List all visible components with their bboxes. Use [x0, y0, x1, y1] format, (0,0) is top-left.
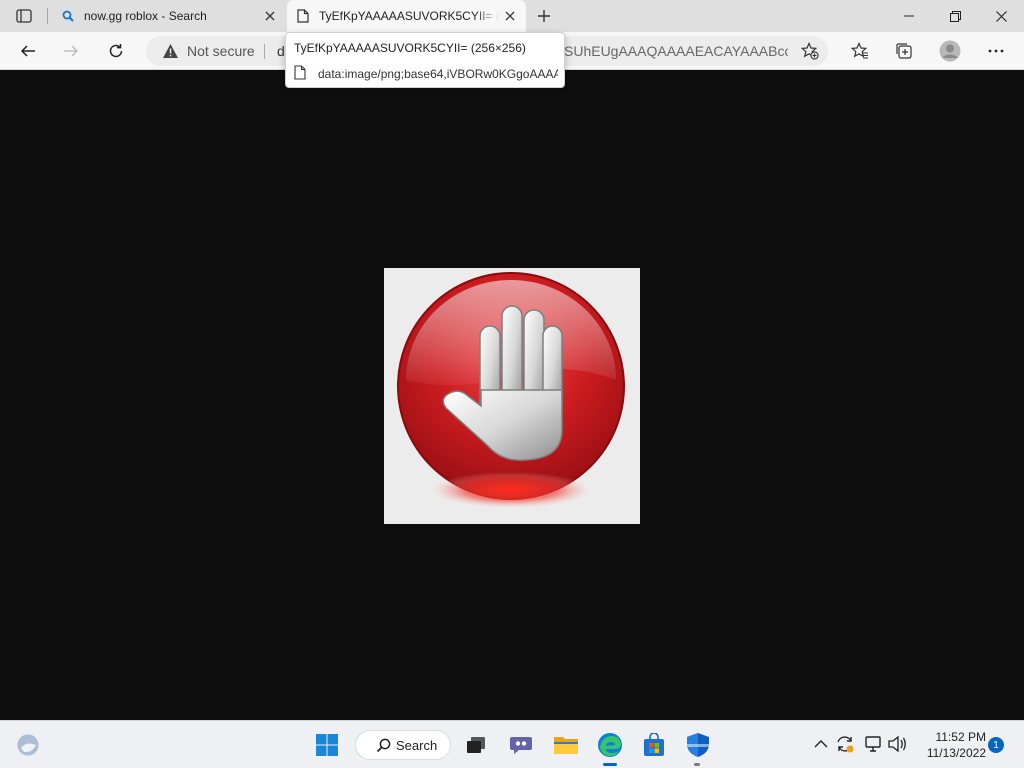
restore-button[interactable]	[932, 0, 978, 32]
security-shield-icon[interactable]	[682, 729, 714, 761]
tab-strip: now.gg roblox - Search TyEfKpYAAAAASUVOR…	[0, 0, 1024, 32]
url-text[interactable]: d	[277, 43, 285, 59]
tab-actions-icon[interactable]	[10, 6, 38, 26]
warning-icon	[162, 42, 180, 60]
taskbar-search[interactable]: Search	[355, 730, 451, 760]
url-text-tail[interactable]: SUhEUgAAAQAAAAEACAYAAABcc...	[564, 43, 788, 59]
tab-divider	[47, 8, 48, 24]
tab-title: TyEfKpYAAAAASUVORK5CYII= (256×256)	[319, 9, 500, 23]
close-window-button[interactable]	[978, 0, 1024, 32]
clock-time: 11:52 PM	[935, 730, 986, 744]
running-app-indicator	[694, 763, 700, 766]
clock-date: 11/13/2022	[926, 746, 986, 760]
page-content	[0, 71, 1024, 720]
security-label: Not secure	[187, 43, 255, 59]
chat-icon[interactable]	[505, 729, 537, 761]
tab-title: now.gg roblox - Search	[84, 9, 207, 23]
hover-card-url: data:image/png;base64,iVBORw0KGgoAAAANSU…	[318, 67, 558, 81]
widgets-icon[interactable]	[12, 729, 44, 761]
close-icon[interactable]	[500, 6, 520, 26]
tab-hover-card: TyEfKpYAAAAASUVORK5CYII= (256×256) data:…	[285, 32, 565, 88]
refresh-button[interactable]	[102, 37, 130, 65]
more-options-icon[interactable]	[982, 37, 1010, 65]
sync-icon[interactable]	[834, 733, 856, 755]
volume-icon[interactable]	[886, 733, 908, 755]
forward-button[interactable]	[57, 37, 85, 65]
back-button[interactable]	[14, 37, 42, 65]
search-icon	[376, 737, 392, 753]
favorites-icon[interactable]	[846, 37, 874, 65]
task-view-icon[interactable]	[460, 729, 492, 761]
search-label: Search	[396, 737, 438, 753]
profile-avatar[interactable]	[936, 37, 964, 65]
start-button[interactable]	[311, 729, 343, 761]
microsoft-store-icon[interactable]	[638, 729, 670, 761]
tab-search[interactable]: now.gg roblox - Search	[52, 0, 286, 32]
stop-hand-image[interactable]	[384, 268, 640, 524]
add-favorite-icon[interactable]	[800, 41, 820, 61]
security-indicator[interactable]: Not secure	[162, 42, 255, 60]
notification-badge[interactable]: 1	[988, 737, 1004, 753]
page-icon	[295, 8, 311, 24]
chevron-up-icon[interactable]	[810, 733, 832, 755]
taskbar: Search 11:52 PM 11/13/2022 1	[0, 720, 1024, 768]
address-divider	[264, 44, 265, 59]
active-app-indicator	[603, 763, 617, 766]
system-clock[interactable]: 11:52 PM 11/13/2022	[912, 729, 986, 761]
collections-icon[interactable]	[890, 37, 918, 65]
minimize-button[interactable]	[886, 0, 932, 32]
page-icon	[294, 65, 308, 81]
network-icon[interactable]	[862, 733, 884, 755]
edge-icon[interactable]	[594, 729, 626, 761]
hover-card-title: TyEfKpYAAAAASUVORK5CYII= (256×256)	[294, 41, 526, 55]
new-tab-button[interactable]	[532, 6, 556, 26]
close-icon[interactable]	[260, 6, 280, 26]
file-explorer-icon[interactable]	[550, 729, 582, 761]
search-icon	[60, 8, 76, 24]
tab-image[interactable]: TyEfKpYAAAAASUVORK5CYII= (256×256)	[287, 0, 526, 32]
